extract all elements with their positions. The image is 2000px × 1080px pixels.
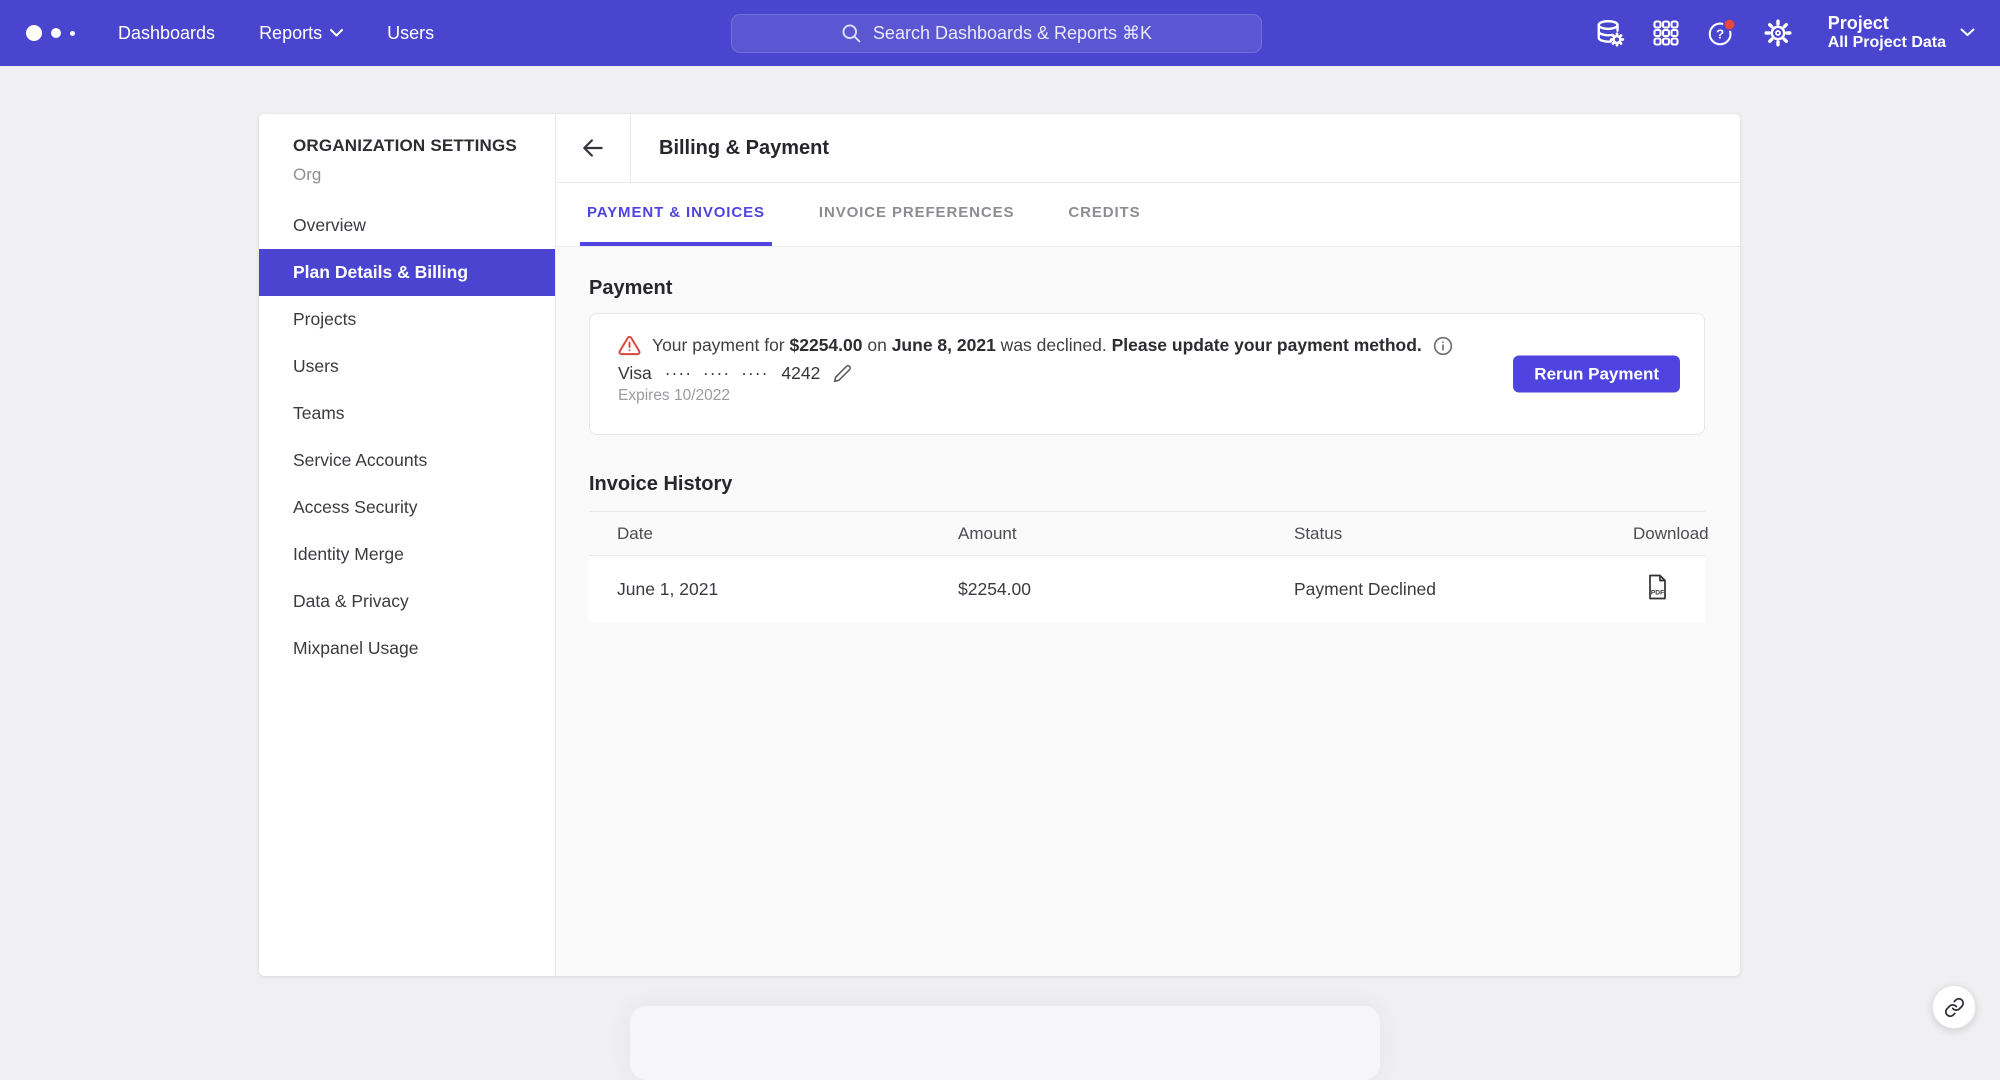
pdf-file-icon[interactable]: PDF <box>1646 574 1669 600</box>
logo-dot-large <box>26 25 42 41</box>
logo-dot-small <box>70 31 75 36</box>
sidebar-item-teams[interactable]: Teams <box>259 390 555 437</box>
sidebar-item-projects[interactable]: Projects <box>259 296 555 343</box>
alert-text: Your payment for $2254.00 on June 8, 202… <box>652 335 1422 356</box>
billing-tabs: PAYMENT & INVOICES INVOICE PREFERENCES C… <box>556 183 1740 247</box>
org-name: Org <box>293 165 555 185</box>
sidebar-item-data-privacy[interactable]: Data & Privacy <box>259 578 555 625</box>
primary-nav: Dashboards Reports Users <box>118 23 478 44</box>
declined-date: June 8, 2021 <box>892 335 996 355</box>
payment-section-title: Payment <box>589 277 1705 300</box>
settings-sidebar: ORGANIZATION SETTINGS Org Overview Plan … <box>259 114 556 976</box>
nav-item-label: Users <box>387 23 434 44</box>
invoice-table: Date Amount Status Download June 1, 2021… <box>589 511 1705 622</box>
tab-payment-invoices[interactable]: PAYMENT & INVOICES <box>580 183 772 246</box>
global-search-input[interactable]: Search Dashboards & Reports ⌘K <box>731 14 1262 53</box>
search-icon <box>841 23 862 44</box>
project-selector[interactable]: Project All Project Data <box>1828 13 1975 52</box>
nav-item-dashboards[interactable]: Dashboards <box>118 23 215 44</box>
invoice-history-title: Invoice History <box>589 473 1705 496</box>
sidebar-item-users[interactable]: Users <box>259 343 555 390</box>
invoice-table-row: June 1, 2021 $2254.00 Payment Declined P… <box>589 556 1705 622</box>
column-header-amount: Amount <box>958 524 1294 544</box>
mixpanel-logo[interactable] <box>26 25 92 41</box>
column-header-date: Date <box>617 524 958 544</box>
payment-method-card: Your payment for $2254.00 on June 8, 202… <box>589 313 1705 435</box>
card-brand: Visa <box>618 363 652 384</box>
header-divider <box>630 114 631 182</box>
tab-content: Payment Your payment for $2254.00 on Jun… <box>556 247 1740 976</box>
sidebar-item-service-accounts[interactable]: Service Accounts <box>259 437 555 484</box>
settings-gear-icon[interactable] <box>1762 17 1794 49</box>
search-placeholder: Search Dashboards & Reports ⌘K <box>873 23 1152 44</box>
project-selector-value: All Project Data <box>1828 34 1946 52</box>
sidebar-item-identity-merge[interactable]: Identity Merge <box>259 531 555 578</box>
invoice-table-header: Date Amount Status Download <box>589 511 1705 556</box>
back-button[interactable] <box>556 114 630 182</box>
sidebar-item-overview[interactable]: Overview <box>259 202 555 249</box>
logo-dot-medium <box>51 28 61 38</box>
org-settings-panel: ORGANIZATION SETTINGS Org Overview Plan … <box>259 114 1740 976</box>
page-header: Billing & Payment <box>556 114 1740 183</box>
edit-pencil-icon[interactable] <box>833 364 852 383</box>
invoice-status: Payment Declined <box>1294 579 1633 600</box>
tab-credits[interactable]: CREDITS <box>1061 183 1147 246</box>
rerun-payment-button[interactable]: Rerun Payment <box>1513 356 1680 393</box>
nav-item-label: Reports <box>259 23 322 44</box>
navbar-right-cluster: ? Project All Project Data <box>1594 0 1975 66</box>
nav-item-label: Dashboards <box>118 23 215 44</box>
nav-item-users[interactable]: Users <box>387 23 434 44</box>
card-masked-digits: ···· ···· ···· <box>665 363 769 384</box>
payment-declined-alert: Your payment for $2254.00 on June 8, 202… <box>618 334 1704 357</box>
sidebar-item-plan-details-billing[interactable]: Plan Details & Billing <box>259 249 555 296</box>
data-management-icon[interactable] <box>1594 17 1626 49</box>
sidebar-heading: ORGANIZATION SETTINGS <box>293 136 555 156</box>
sidebar-item-access-security[interactable]: Access Security <box>259 484 555 531</box>
link-icon <box>1944 997 1965 1018</box>
page-title: Billing & Payment <box>659 114 829 182</box>
apps-grid-icon[interactable] <box>1650 17 1682 49</box>
declined-amount: $2254.00 <box>790 335 863 355</box>
warning-triangle-icon <box>618 334 641 357</box>
column-header-download: Download <box>1633 524 1711 544</box>
sidebar-item-mixpanel-usage[interactable]: Mixpanel Usage <box>259 625 555 672</box>
svg-text:?: ? <box>1716 27 1724 42</box>
invoice-amount: $2254.00 <box>958 579 1294 600</box>
card-last4: 4242 <box>781 363 820 384</box>
help-icon[interactable]: ? <box>1706 17 1738 49</box>
info-icon[interactable] <box>1433 336 1453 356</box>
page-bottom-shadow <box>630 1006 1380 1080</box>
project-selector-label: Project <box>1828 13 1946 34</box>
chevron-down-icon <box>330 29 343 37</box>
column-header-status: Status <box>1294 524 1633 544</box>
top-navbar: Dashboards Reports Users Search Dashboar… <box>0 0 2000 66</box>
svg-text:PDF: PDF <box>1651 589 1664 596</box>
chevron-down-icon <box>1960 28 1975 37</box>
invoice-date: June 1, 2021 <box>617 579 958 600</box>
nav-item-reports[interactable]: Reports <box>259 23 343 44</box>
settings-main: Billing & Payment PAYMENT & INVOICES INV… <box>556 114 1740 976</box>
copy-link-floating-button[interactable] <box>1932 985 1976 1029</box>
notification-badge <box>1724 19 1735 30</box>
arrow-left-icon <box>580 135 606 161</box>
tab-invoice-preferences[interactable]: INVOICE PREFERENCES <box>812 183 1021 246</box>
sidebar-nav-list: Overview Plan Details & Billing Projects… <box>259 202 555 672</box>
